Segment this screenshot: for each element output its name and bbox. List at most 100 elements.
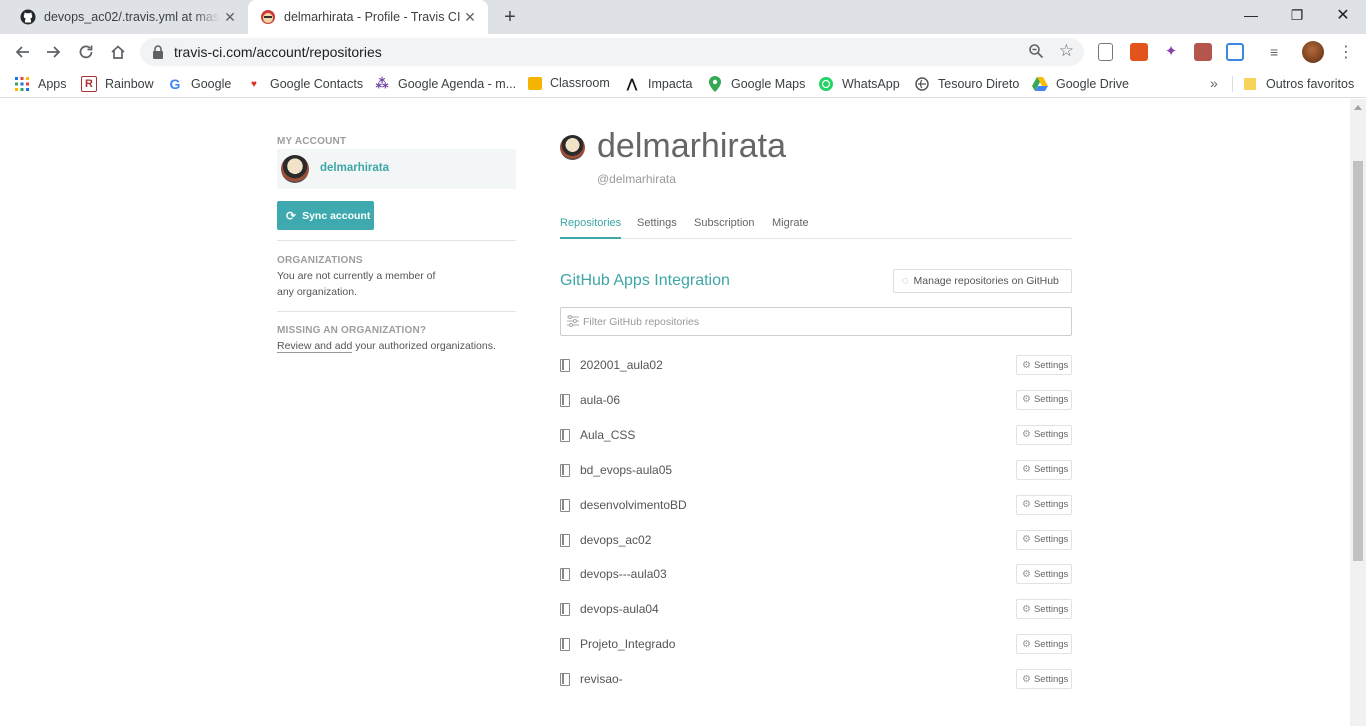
repo-settings-button[interactable]: ⚙ Settings xyxy=(1016,459,1072,480)
repo-name[interactable]: bd_evops-aula05 xyxy=(580,463,672,477)
bookmark-google-contacts[interactable]: ♥ Google Contacts xyxy=(246,76,363,92)
repository-row: devops_ac02 ⚙ Settings xyxy=(560,528,1072,556)
account-item[interactable]: delmarhirata xyxy=(277,149,516,189)
github-icon: ◌ xyxy=(902,275,909,287)
tab-settings[interactable]: Settings xyxy=(637,217,677,239)
gear-icon: ⚙ xyxy=(1022,603,1031,615)
restore-button[interactable]: ❐ xyxy=(1274,0,1320,30)
profile-name: delmarhirata xyxy=(597,127,786,165)
page-scrollbar[interactable] xyxy=(1350,99,1366,726)
profile-avatar-image xyxy=(560,135,585,160)
bookmark-impacta[interactable]: ⋀ Impacta xyxy=(624,76,693,92)
reader-extension-icon[interactable] xyxy=(1098,43,1113,61)
bookmark-classroom[interactable]: Classroom xyxy=(528,76,610,90)
bookmark-star-icon[interactable]: ☆ xyxy=(1059,41,1074,61)
bookmark-rainbow[interactable]: R Rainbow xyxy=(81,76,154,92)
tab-github[interactable]: devops_ac02/.travis.yml at master ✕ xyxy=(8,0,248,34)
repository-row: revisao- ⚙ Settings xyxy=(560,667,1072,695)
account-name: delmarhirata xyxy=(320,162,390,174)
media-control-icon[interactable]: ≡ xyxy=(1270,43,1288,61)
google-icon: G xyxy=(169,76,181,92)
repository-row: desenvolvimentoBD ⚙ Settings xyxy=(560,493,1072,521)
settings-label: Settings xyxy=(1033,568,1069,580)
repo-name[interactable]: aula-06 xyxy=(580,393,620,407)
bookmark-google-drive[interactable]: Google Drive xyxy=(1032,76,1129,92)
repo-settings-button[interactable]: ⚙ Settings xyxy=(1016,634,1072,655)
settings-label: Settings xyxy=(1033,673,1069,685)
repo-settings-button[interactable]: ⚙ Settings xyxy=(1016,564,1072,585)
repo-settings-button[interactable]: ⚙ Settings xyxy=(1016,529,1072,550)
scroll-up-arrow-icon[interactable] xyxy=(1354,105,1362,110)
repo-settings-button[interactable]: ⚙ Settings xyxy=(1016,599,1072,620)
repo-name[interactable]: devops---aula03 xyxy=(580,567,667,581)
gear-icon: ⚙ xyxy=(1022,499,1031,511)
sync-icon: ⟳ xyxy=(286,208,297,223)
zoom-icon[interactable] xyxy=(1028,43,1044,62)
tab-repositories[interactable]: Repositories xyxy=(560,217,622,239)
bookmark-apps[interactable]: Apps xyxy=(14,76,67,92)
tab-travis[interactable]: delmarhirata - Profile - Travis CI ✕ xyxy=(248,0,488,34)
repo-settings-button[interactable]: ⚙ Settings xyxy=(1016,669,1072,690)
other-bookmarks-folder[interactable]: Outros favoritos xyxy=(1242,76,1354,92)
rainbow-icon: R xyxy=(81,76,97,92)
minimize-button[interactable]: — xyxy=(1228,0,1274,30)
settings-label: Settings xyxy=(1033,499,1069,511)
pdf-extension-icon[interactable] xyxy=(1194,43,1212,61)
repo-name[interactable]: desenvolvimentoBD xyxy=(580,498,687,512)
apps-grid-icon xyxy=(14,76,30,92)
menu-kebab-icon[interactable]: ⋮ xyxy=(1338,42,1354,62)
home-button[interactable] xyxy=(106,40,130,64)
forward-button[interactable] xyxy=(42,40,66,64)
whatsapp-icon xyxy=(818,76,834,92)
gear-icon: ⚙ xyxy=(1022,673,1031,685)
repo-icon xyxy=(560,638,570,652)
gear-icon: ⚙ xyxy=(1022,394,1031,406)
filter-repositories xyxy=(560,307,1072,336)
repo-name[interactable]: devops_ac02 xyxy=(580,533,651,547)
section-title: GitHub Apps Integration xyxy=(560,272,730,289)
sync-account-button[interactable]: ⟳ Sync account xyxy=(277,201,374,230)
gear-icon: ⚙ xyxy=(1022,429,1031,441)
window-close-button[interactable]: ✕ xyxy=(1320,0,1366,30)
repo-icon xyxy=(560,393,570,407)
repo-name[interactable]: devops-aula04 xyxy=(580,602,659,616)
bookmark-whatsapp[interactable]: WhatsApp xyxy=(818,76,900,92)
repo-icon xyxy=(560,533,570,547)
repo-name[interactable]: Projeto_Integrado xyxy=(580,637,675,651)
bookmarks-overflow-button[interactable]: » xyxy=(1210,75,1218,91)
manage-repositories-button[interactable]: ◌ Manage repositories on GitHub xyxy=(893,269,1072,293)
scrollbar-thumb[interactable] xyxy=(1353,161,1363,561)
new-tab-button[interactable]: + xyxy=(500,7,520,27)
repo-icon xyxy=(560,603,570,617)
back-arrow-icon xyxy=(15,46,29,58)
repo-settings-button[interactable]: ⚙ Settings xyxy=(1016,494,1072,515)
repo-name[interactable]: revisao- xyxy=(580,672,623,686)
close-icon[interactable]: ✕ xyxy=(462,9,478,25)
gear-icon: ⚙ xyxy=(1022,359,1031,371)
repo-settings-button[interactable]: ⚙ Settings xyxy=(1016,424,1072,445)
repo-icon xyxy=(560,498,570,512)
gear-icon: ⚙ xyxy=(1022,568,1031,580)
translate-extension-icon[interactable] xyxy=(1226,43,1244,61)
address-bar[interactable]: travis-ci.com/account/repositories ☆ xyxy=(140,38,1084,66)
tab-subscription[interactable]: Subscription xyxy=(694,217,755,239)
slack-extension-icon[interactable]: ✦ xyxy=(1162,43,1180,61)
back-button[interactable] xyxy=(10,40,34,64)
bookmarks-bar: Apps R Rainbow G Google ♥ Google Contact… xyxy=(0,70,1366,98)
settings-label: Settings xyxy=(1033,359,1069,371)
tab-migrate[interactable]: Migrate xyxy=(772,217,809,239)
close-icon[interactable]: ✕ xyxy=(222,9,238,25)
bookmark-google-agenda[interactable]: ⁂ Google Agenda - m... xyxy=(374,76,516,92)
repo-name[interactable]: Aula_CSS xyxy=(580,428,635,442)
repo-name[interactable]: 202001_aula02 xyxy=(580,358,663,372)
reload-button[interactable] xyxy=(74,40,98,64)
repo-settings-button[interactable]: ⚙ Settings xyxy=(1016,389,1072,410)
bookmark-tesouro-direto[interactable]: Tesouro Direto xyxy=(914,76,1019,92)
bookmark-google-maps[interactable]: Google Maps xyxy=(707,76,805,92)
filter-input[interactable] xyxy=(583,313,1053,331)
bookmark-google[interactable]: G Google xyxy=(167,76,232,92)
profile-avatar[interactable] xyxy=(1302,41,1324,63)
office-extension-icon[interactable] xyxy=(1130,43,1148,61)
review-and-add-link[interactable]: Review and add xyxy=(277,340,353,353)
repo-settings-button[interactable]: ⚙ Settings xyxy=(1016,355,1072,375)
